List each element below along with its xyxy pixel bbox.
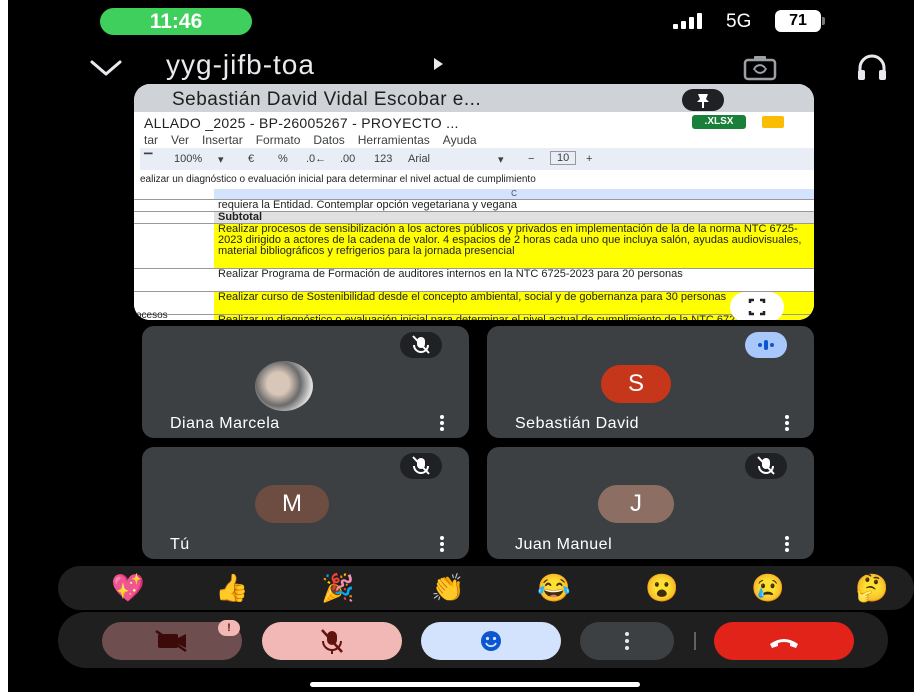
- percent-format: %: [278, 153, 288, 165]
- sheet-row: requiera la Entidad. Contemplar opción v…: [134, 199, 814, 211]
- sheet-row: Realizar un diagnóstico o evaluación ini…: [134, 314, 814, 320]
- paint-format-icon: ▔: [144, 154, 153, 166]
- file-type-badge: .XLSX: [692, 115, 746, 129]
- dropdown-icon: ▾: [218, 154, 224, 166]
- participant-name: Tú: [170, 536, 190, 553]
- network-type: 5G: [726, 11, 752, 32]
- sheet-menu: tar Ver Insertar Formato Datos Herramien…: [144, 133, 477, 147]
- shared-screen[interactable]: Sebastián David Vidal Escobar e... ALLAD…: [134, 84, 814, 320]
- menu-item: tar: [144, 133, 159, 147]
- sad-reaction[interactable]: 😢: [746, 568, 790, 608]
- sheet-toolbar: ▔ 100% ▾ € % .0← .00 123 Arial ▾ − 10 +: [140, 148, 814, 170]
- thinking-reaction[interactable]: 🤔: [850, 568, 894, 608]
- meeting-code[interactable]: yyg-jifb-toa: [166, 49, 315, 81]
- surprised-reaction[interactable]: 😮: [640, 568, 684, 608]
- row-side-label: ocesosturística: [136, 310, 168, 320]
- sheet-rows: requiera la Entidad. Contemplar opción v…: [134, 199, 814, 320]
- sheet-row: Subtotal: [134, 211, 814, 223]
- party-reaction[interactable]: 🎉: [316, 568, 360, 608]
- battery-icon: 71: [775, 10, 821, 32]
- menu-item: Insertar: [202, 133, 243, 147]
- mic-toggle-button[interactable]: [262, 622, 402, 660]
- font-name: Arial: [408, 153, 431, 165]
- increase-decimal: .00: [340, 153, 356, 165]
- reaction-bar: 💖 👍 🎉 👏 😂 😮 😢 🤔: [58, 566, 914, 610]
- participant-name: Diana Marcela: [170, 415, 280, 432]
- menu-item: Datos: [313, 133, 345, 147]
- participant-tile[interactable]: S Sebastián David: [487, 326, 814, 438]
- formula-bar: ealizar un diagnóstico o evaluación inic…: [140, 174, 536, 185]
- sheet-cell-side: [134, 212, 214, 223]
- sheet-cell-side: [134, 200, 214, 211]
- sheet-row: Realizar Programa de Formación de audito…: [134, 268, 814, 291]
- battery-tip: [822, 17, 825, 25]
- currency-format: €: [248, 153, 255, 165]
- reactions-button[interactable]: [421, 622, 561, 660]
- sheet-cell: requiera la Entidad. Contemplar opción v…: [218, 200, 518, 211]
- home-indicator[interactable]: [310, 682, 640, 687]
- sheet-cell: Subtotal: [214, 212, 814, 223]
- menu-item: Formato: [255, 133, 301, 147]
- hang-up-button[interactable]: [714, 622, 854, 660]
- phone-screen: 11:46 5G 71 yyg-jifb-toa Sebastián David…: [8, 0, 914, 692]
- sheet-row: Realizar curso de Sostenibilidad desde e…: [134, 291, 814, 314]
- status-time: 11:46: [100, 8, 252, 35]
- more-vert-icon[interactable]: [780, 414, 794, 432]
- number-format: 123: [374, 153, 393, 165]
- presenter-name: Sebastián David Vidal Escobar e...: [172, 89, 482, 110]
- participant-avatar: M: [255, 485, 329, 523]
- folder-icon: [762, 116, 784, 128]
- heart-reaction[interactable]: 💖: [106, 568, 150, 608]
- fullscreen-button[interactable]: [730, 292, 784, 320]
- spreadsheet: ALLADO _2025 - BP-26005267 - PROYECTO ..…: [134, 112, 814, 320]
- presentation-header: Sebastián David Vidal Escobar e...: [134, 84, 814, 112]
- sheet-cell: Realizar un diagnóstico o evaluación ini…: [214, 315, 814, 320]
- participant-name: Sebastián David: [515, 415, 640, 432]
- headphones-icon[interactable]: [856, 54, 888, 82]
- dropdown-icon: ▾: [498, 154, 504, 166]
- participant-tile[interactable]: J Juan Manuel: [487, 447, 814, 559]
- participant-tile[interactable]: M Tú: [142, 447, 469, 559]
- chevron-down-icon[interactable]: [86, 52, 126, 82]
- sheet-cell: Realizar curso de Sostenibilidad desde e…: [214, 292, 814, 314]
- more-vert-icon[interactable]: [435, 535, 449, 553]
- font-size: 10: [550, 151, 577, 165]
- laugh-reaction[interactable]: 😂: [532, 568, 576, 608]
- sheet-row: Realizar procesos de sensibilización a l…: [134, 223, 814, 268]
- participant-name: Juan Manuel: [515, 536, 613, 553]
- mic-off-icon: [400, 332, 442, 358]
- clap-reaction[interactable]: 👏: [426, 568, 470, 608]
- switch-camera-icon[interactable]: [743, 55, 777, 81]
- divider: [694, 632, 696, 650]
- more-vert-icon[interactable]: [435, 414, 449, 432]
- participant-avatar: J: [598, 485, 674, 523]
- chevron-right-icon[interactable]: [434, 58, 443, 70]
- mic-off-icon: [400, 453, 442, 479]
- decrease-decimal: .0←: [306, 153, 327, 165]
- participant-tile[interactable]: Diana Marcela: [142, 326, 469, 438]
- increase-font-size: +: [586, 153, 593, 165]
- sheet-cell-side: [134, 224, 214, 268]
- more-options-button[interactable]: [580, 622, 674, 660]
- sheet-cell: Realizar Programa de Formación de audito…: [218, 269, 683, 280]
- participant-avatar: [255, 361, 313, 411]
- menu-item: Ver: [171, 133, 190, 147]
- camera-alert-badge: !: [218, 620, 240, 636]
- decrease-font-size: −: [528, 153, 535, 165]
- menu-item: Herramientas: [357, 133, 430, 147]
- pin-button[interactable]: [682, 89, 724, 111]
- menu-item: Ayuda: [442, 133, 477, 147]
- sheet-cell: Realizar procesos de sensibilización a l…: [214, 224, 814, 268]
- speaking-indicator-icon: [745, 332, 787, 358]
- column-header: C: [214, 189, 814, 199]
- zoom-level: 100%: [174, 153, 203, 165]
- mic-off-icon: [745, 453, 787, 479]
- call-controls: !: [58, 612, 888, 668]
- more-vert-icon[interactable]: [780, 535, 794, 553]
- document-title: ALLADO _2025 - BP-26005267 - PROYECTO ..…: [144, 115, 459, 131]
- thumbs-up-reaction[interactable]: 👍: [210, 568, 254, 608]
- participant-avatar: S: [601, 365, 671, 403]
- signal-icon: [673, 13, 702, 29]
- sheet-cell-side: [134, 269, 214, 291]
